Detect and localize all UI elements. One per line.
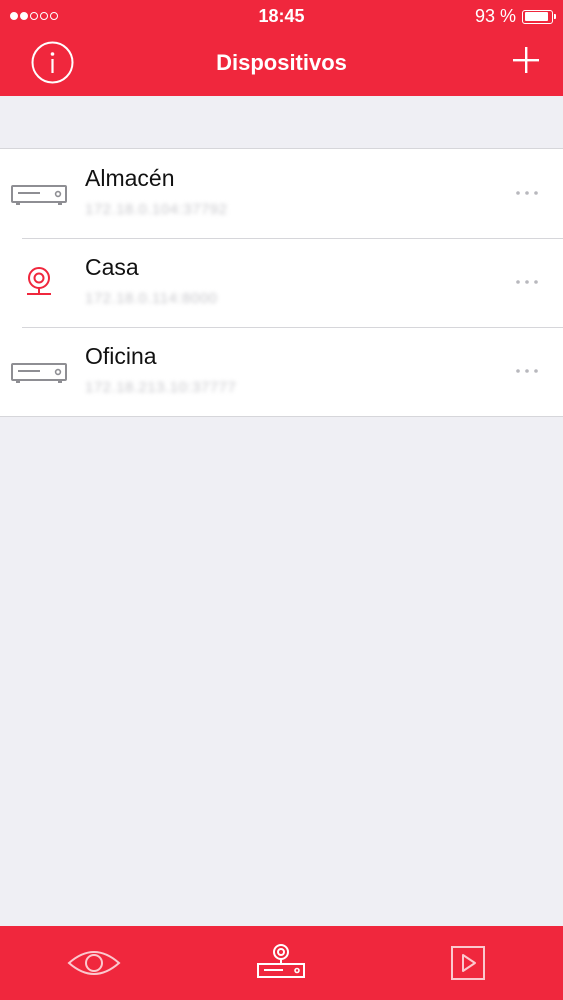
eye-icon <box>67 951 121 975</box>
page-title: Dispositivos <box>216 50 347 75</box>
device-address: 172.18.213.10:37777 <box>85 379 237 396</box>
battery-icon <box>522 9 556 24</box>
device-address: 172.18.0.114:8000 <box>85 290 218 307</box>
device-list: Almacén 172.18.0.104:37792 Casa 172.18.0… <box>0 148 563 417</box>
device-row-casa[interactable]: Casa 172.18.0.114:8000 <box>0 238 563 327</box>
add-device-button[interactable] <box>511 45 541 75</box>
more-options-icon[interactable] <box>515 278 539 286</box>
more-options-icon[interactable] <box>515 189 539 197</box>
dvr-recorder-icon <box>11 363 67 383</box>
tab-bar <box>0 926 563 1000</box>
plus-icon <box>513 47 539 73</box>
status-bar: 18:45 93 % <box>0 0 563 32</box>
device-address: 172.18.0.104:37792 <box>85 201 228 218</box>
battery-indicator: 93 % <box>474 6 556 27</box>
device-row-almacen[interactable]: Almacén 172.18.0.104:37792 <box>0 149 563 238</box>
webcam-icon <box>27 267 51 295</box>
dvr-recorder-icon <box>11 185 67 205</box>
navigation-bar: Dispositivos <box>0 32 563 96</box>
device-camera-icon <box>257 944 305 978</box>
device-name: Oficina <box>85 343 157 369</box>
play-icon <box>451 946 485 980</box>
device-name: Casa <box>85 254 139 280</box>
device-name: Almacén <box>85 165 175 191</box>
tab-playback[interactable] <box>428 936 508 990</box>
tab-devices[interactable] <box>241 936 321 990</box>
tab-live-view[interactable] <box>54 936 134 990</box>
battery-percent: 93 % <box>474 6 516 26</box>
device-row-oficina[interactable]: Oficina 172.18.213.10:37777 <box>0 327 563 416</box>
more-options-icon[interactable] <box>515 367 539 375</box>
